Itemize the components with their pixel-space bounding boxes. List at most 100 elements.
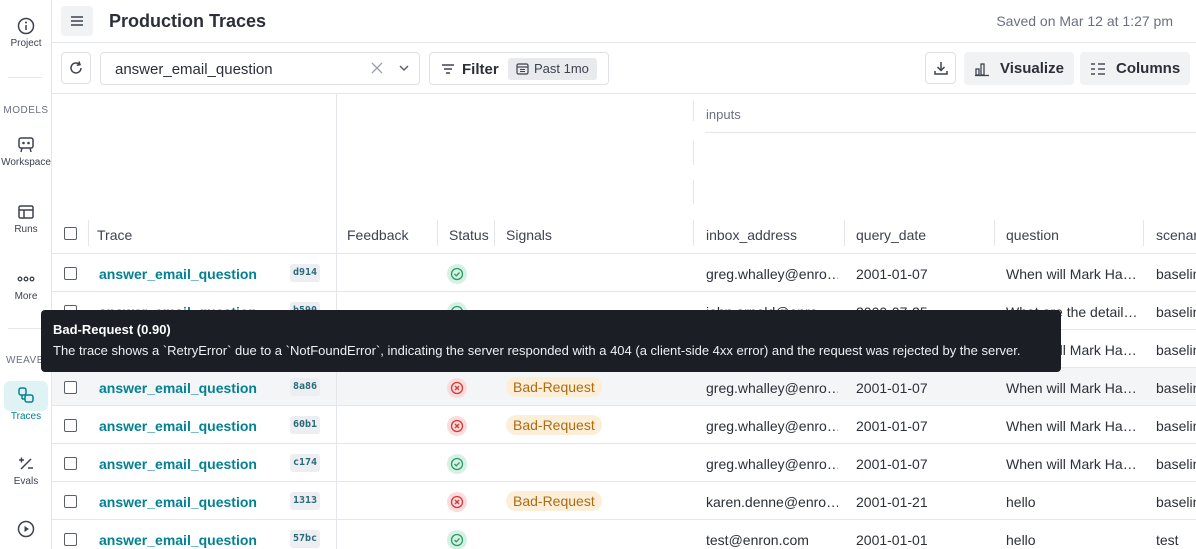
col-header-signals[interactable]: Signals: [506, 227, 552, 243]
row-divider: [336, 482, 337, 520]
nav-runs-label: Runs: [14, 224, 38, 235]
trace-id-badge[interactable]: c174: [290, 454, 321, 472]
export-button[interactable]: [925, 52, 956, 84]
row-checkbox[interactable]: [64, 533, 77, 546]
table-row[interactable]: answer_email_question 57bc test@enron.com 2…: [52, 520, 1196, 549]
nav-more[interactable]: More: [0, 270, 52, 302]
refresh-button[interactable]: [61, 52, 91, 84]
cell-scenario: baselin: [1156, 418, 1196, 434]
row-checkbox[interactable]: [64, 381, 77, 394]
col-header-question[interactable]: question: [1006, 227, 1059, 243]
header-divider: [693, 220, 694, 246]
col-header-trace[interactable]: Trace: [97, 227, 132, 243]
evals-icon: [19, 457, 33, 470]
row-checkbox[interactable]: [64, 267, 77, 280]
clear-icon[interactable]: [369, 60, 385, 76]
col-header-query-date[interactable]: query_date: [856, 227, 926, 243]
nav-project-label: Project: [10, 38, 42, 49]
table-row[interactable]: answer_email_question 1313 Bad-Request kare…: [52, 482, 1196, 520]
signal-badge[interactable]: Bad-Request: [506, 491, 602, 511]
chevron-down-icon[interactable]: [398, 62, 410, 74]
nav-evals[interactable]: Evals: [0, 455, 52, 487]
header-divider: [994, 220, 995, 246]
table-icon: [18, 205, 34, 219]
nav-runs[interactable]: Runs: [0, 203, 52, 235]
columns-button[interactable]: Columns: [1080, 52, 1191, 85]
trace-id-badge[interactable]: 1313: [290, 492, 321, 510]
trace-link[interactable]: answer_email_question: [99, 456, 257, 472]
header-divider: [494, 220, 495, 246]
table-row[interactable]: answer_email_question d914 greg.whalley@en…: [52, 254, 1196, 292]
nav-playground[interactable]: [0, 520, 52, 541]
trace-link[interactable]: answer_email_question: [99, 418, 257, 434]
nav-traces-label: Traces: [10, 411, 42, 422]
cell-question: hello: [1006, 532, 1036, 548]
error-circle-icon: [450, 495, 464, 509]
info-icon: [17, 17, 35, 35]
select-all-checkbox[interactable]: [64, 227, 77, 240]
col-header-scenario[interactable]: scenar: [1156, 227, 1196, 243]
menu-button[interactable]: [61, 6, 93, 36]
trace-id-badge[interactable]: 8a86: [290, 378, 321, 396]
cell-scenario: baselin: [1156, 494, 1196, 510]
nav-project[interactable]: Project: [0, 17, 52, 49]
op-select[interactable]: answer_email_question: [100, 52, 420, 85]
page-title: Production Traces: [109, 11, 267, 31]
nav-workspace-label: Workspace: [1, 157, 51, 168]
cell-question: When will Mark Ha…: [1006, 266, 1136, 282]
toolbar: answer_email_question Filter Past 1mo Vi…: [52, 43, 1196, 94]
columns-label: Columns: [1116, 60, 1181, 77]
cell-question: hello: [1006, 494, 1036, 510]
cell-query-date: 2001-01-01: [856, 532, 928, 548]
col-header-status[interactable]: Status: [449, 227, 489, 243]
group-divider: [693, 141, 694, 165]
status-badge: [447, 454, 467, 474]
row-checkbox[interactable]: [64, 495, 77, 508]
trace-link[interactable]: answer_email_question: [99, 494, 257, 510]
cell-scenario: baselin: [1156, 456, 1196, 472]
table-row[interactable]: answer_email_question 8a86 Bad-Request greg…: [52, 368, 1196, 406]
visualize-button[interactable]: Visualize: [964, 52, 1074, 85]
signal-badge[interactable]: Bad-Request: [506, 377, 602, 397]
columns-icon: [1091, 62, 1105, 75]
page-header: Production Traces Saved on Mar 12 at 1:2…: [52, 0, 1196, 43]
signal-badge[interactable]: Bad-Request: [506, 415, 602, 435]
cell-inbox-address: greg.whalley@enro…: [706, 418, 838, 434]
group-divider: [693, 101, 694, 121]
cell-scenario: baselin: [1156, 342, 1196, 358]
cell-inbox-address: greg.whalley@enro…: [706, 266, 838, 282]
filter-label: Filter: [462, 61, 499, 78]
header-divider: [1143, 220, 1144, 246]
table-row[interactable]: answer_email_question 60b1 Bad-Request greg…: [52, 406, 1196, 444]
table-row[interactable]: answer_email_question c174 greg.whalley@en…: [52, 444, 1196, 482]
header-divider: [88, 220, 89, 246]
cell-question: When will Mark Ha…: [1006, 456, 1136, 472]
header-divider: [844, 220, 845, 246]
column-group-inputs: inputs: [706, 107, 741, 122]
trace-id-badge[interactable]: 60b1: [290, 416, 321, 434]
cell-inbox-address: greg.whalley@enro…: [706, 456, 838, 472]
col-header-inbox-address[interactable]: inbox_address: [706, 227, 797, 243]
nav-divider: [8, 328, 42, 329]
filter-button[interactable]: Filter Past 1mo: [429, 52, 609, 85]
trace-link[interactable]: answer_email_question: [99, 266, 257, 282]
nav-divider: [8, 77, 42, 78]
row-checkbox[interactable]: [64, 457, 77, 470]
nav-more-label: More: [14, 291, 38, 302]
error-circle-icon: [450, 419, 464, 433]
cell-query-date: 2001-01-07: [856, 380, 928, 396]
col-header-feedback[interactable]: Feedback: [347, 227, 408, 243]
trace-link[interactable]: answer_email_question: [99, 380, 257, 396]
time-range-chip[interactable]: Past 1mo: [508, 58, 597, 80]
workspace-icon: [18, 137, 34, 153]
trace-link[interactable]: answer_email_question: [99, 532, 257, 548]
nav-evals-label: Evals: [13, 476, 39, 487]
row-checkbox[interactable]: [64, 419, 77, 432]
trace-id-badge[interactable]: d914: [290, 264, 321, 282]
row-divider: [336, 406, 337, 444]
check-circle-icon: [450, 267, 464, 281]
trace-id-badge[interactable]: 57bc: [290, 530, 321, 548]
op-select-value: answer_email_question: [115, 61, 273, 78]
nav-workspace[interactable]: Workspace: [0, 136, 52, 168]
nav-traces[interactable]: Traces: [0, 381, 52, 422]
